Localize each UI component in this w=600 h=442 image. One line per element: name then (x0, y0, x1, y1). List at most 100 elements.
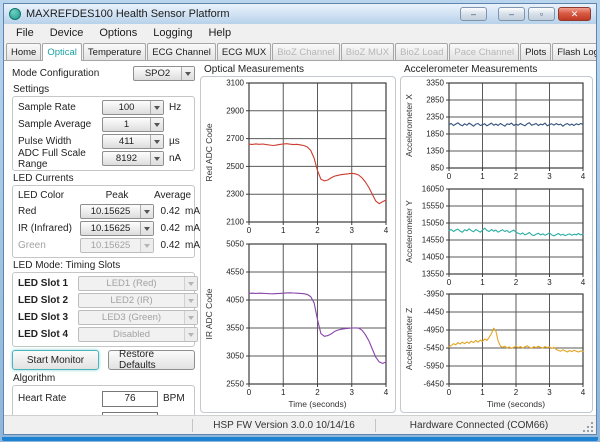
average-header: Average (154, 190, 191, 201)
tab-temperature[interactable]: Temperature (83, 43, 146, 60)
sample-rate-select[interactable]: 100 (102, 100, 164, 115)
menu-device[interactable]: Device (42, 26, 92, 40)
svg-text:2500: 2500 (226, 162, 244, 171)
restore-defaults-button[interactable]: Restore Defaults (108, 350, 195, 370)
tab-ecg-mux[interactable]: ECG MUX (217, 43, 271, 60)
led-ir-label: IR (Infrared) (18, 223, 80, 234)
svg-text:Time (seconds): Time (seconds) (487, 399, 545, 409)
svg-text:Time (seconds): Time (seconds) (288, 399, 346, 409)
accel-z-chart: -6450-5950-5450-4950-4450-395001234Accel… (403, 289, 590, 411)
svg-text:2900: 2900 (226, 106, 244, 115)
led-green-average: 0.42 (154, 240, 180, 251)
svg-text:4: 4 (581, 278, 586, 287)
sample-average-label: Sample Average (18, 119, 102, 130)
dropdown-arrow-icon (188, 316, 194, 320)
led-ir-peak-select[interactable]: 10.15625 (80, 221, 154, 236)
led-ir-average: 0.42 (154, 223, 180, 234)
optical-panel: 21002300250027002900310001234Red ADC Cod… (200, 76, 396, 413)
svg-text:15550: 15550 (422, 201, 445, 210)
app-window: MAXREFDES100 Health Sensor Platform ––▫✕… (3, 3, 597, 435)
dropdown-arrow-icon (188, 333, 194, 337)
accelerometer-measurements-title: Accelerometer Measurements (404, 64, 593, 75)
svg-text:2: 2 (315, 226, 320, 235)
svg-text:3: 3 (350, 388, 355, 397)
close-button[interactable]: ✕ (558, 7, 591, 21)
led-slot-2-select: LED2 (IR) (78, 293, 198, 308)
tab-bioz-load: BioZ Load (395, 43, 448, 60)
timing-slots-group: LED Slot 1 LED1 (Red) LED Slot 2 LED2 (I… (12, 272, 195, 347)
svg-text:1: 1 (480, 388, 485, 397)
heart-rate-value: 76 (102, 391, 158, 407)
peak-header: Peak (80, 190, 154, 201)
tab-home[interactable]: Home (6, 43, 41, 60)
dropdown-arrow-icon (154, 140, 160, 144)
main-content: Mode Configuration SPO2 Settings Sample … (4, 61, 596, 415)
svg-text:3: 3 (547, 388, 552, 397)
led-currents-group: LED Color Peak Average Red 10.15625 0.42… (12, 185, 195, 258)
minimize-button[interactable]: – (498, 7, 525, 21)
maximize-button[interactable]: ▫ (528, 7, 555, 21)
led-slot-1-label: LED Slot 1 (18, 278, 78, 289)
led-currents-group-title: LED Currents (13, 173, 195, 184)
svg-text:1350: 1350 (426, 147, 444, 156)
window-extra-button[interactable]: – (460, 7, 487, 21)
menu-bar: FileDeviceOptionsLoggingHelp (4, 24, 596, 41)
svg-text:2350: 2350 (426, 113, 444, 122)
menu-file[interactable]: File (8, 26, 42, 40)
start-monitor-button[interactable]: Start Monitor (12, 350, 99, 370)
settings-panel: Mode Configuration SPO2 Settings Sample … (7, 63, 197, 413)
svg-text:4: 4 (581, 172, 586, 181)
accel-x-chart: 8501350185023502850335001234Acceleromete… (403, 78, 590, 182)
tab-plots[interactable]: Plots (520, 43, 551, 60)
svg-text:1: 1 (480, 172, 485, 181)
svg-text:2550: 2550 (226, 380, 244, 389)
led-green-label: Green (18, 240, 80, 251)
mode-configuration-select[interactable]: SPO2 (133, 66, 195, 81)
svg-text:2700: 2700 (226, 134, 244, 143)
led-red-peak-select[interactable]: 10.15625 (80, 204, 154, 219)
title-bar[interactable]: MAXREFDES100 Health Sensor Platform ––▫✕ (4, 4, 596, 24)
window-controls: ––▫✕ (457, 7, 591, 21)
svg-text:-4950: -4950 (424, 326, 445, 335)
dropdown-arrow-icon (144, 227, 150, 231)
sample-average-select[interactable]: 1 (102, 117, 164, 132)
led-green-peak-select: 10.15625 (80, 238, 154, 253)
led-red-label: Red (18, 206, 80, 217)
menu-options[interactable]: Options (91, 26, 145, 40)
svg-text:2: 2 (315, 388, 320, 397)
pulse-width-unit: µs (169, 136, 189, 147)
led-slot-1-select: LED1 (Red) (78, 276, 198, 291)
sample-rate-unit: Hz (169, 102, 189, 113)
svg-text:1: 1 (480, 278, 485, 287)
svg-text:3: 3 (350, 226, 355, 235)
led-slot-3-select: LED3 (Green) (78, 310, 198, 325)
timing-slots-group-title: LED Mode: Timing Slots (13, 260, 195, 271)
svg-text:2: 2 (514, 172, 519, 181)
svg-text:IR ADC Code: IR ADC Code (204, 288, 214, 339)
led-slot-4-select: Disabled (78, 327, 198, 342)
heart-rate-unit: BPM (163, 393, 189, 404)
svg-text:-4450: -4450 (424, 308, 445, 317)
svg-text:13550: 13550 (422, 269, 445, 278)
tab-optical[interactable]: Optical (42, 43, 82, 61)
menu-logging[interactable]: Logging (145, 26, 200, 40)
mode-configuration-row: Mode Configuration SPO2 (12, 65, 195, 82)
led-slot-4-label: LED Slot 4 (18, 329, 78, 340)
tab-ecg-channel[interactable]: ECG Channel (147, 43, 216, 60)
charts-area: Optical Measurements 2100230025002700290… (200, 63, 593, 413)
svg-text:2100: 2100 (226, 218, 244, 227)
resize-grip-icon[interactable] (582, 422, 594, 434)
hardware-connected-status: Hardware Connected (COM66) (376, 416, 582, 434)
pulse-width-select[interactable]: 411 (102, 134, 164, 149)
adc-full-scale-select[interactable]: 8192 (102, 151, 164, 166)
settings-group-title: Settings (13, 84, 195, 95)
led-color-header: LED Color (18, 190, 80, 201)
led-slot-3-label: LED Slot 3 (18, 312, 78, 323)
accelerometer-panel: 8501350185023502850335001234Acceleromete… (400, 76, 593, 413)
svg-text:3: 3 (547, 278, 552, 287)
tab-flash-log[interactable]: Flash Log (552, 43, 597, 60)
dropdown-arrow-icon (154, 106, 160, 110)
tab-bioz-channel: BioZ Channel (272, 43, 340, 60)
menu-help[interactable]: Help (200, 26, 239, 40)
svg-text:0: 0 (447, 172, 452, 181)
